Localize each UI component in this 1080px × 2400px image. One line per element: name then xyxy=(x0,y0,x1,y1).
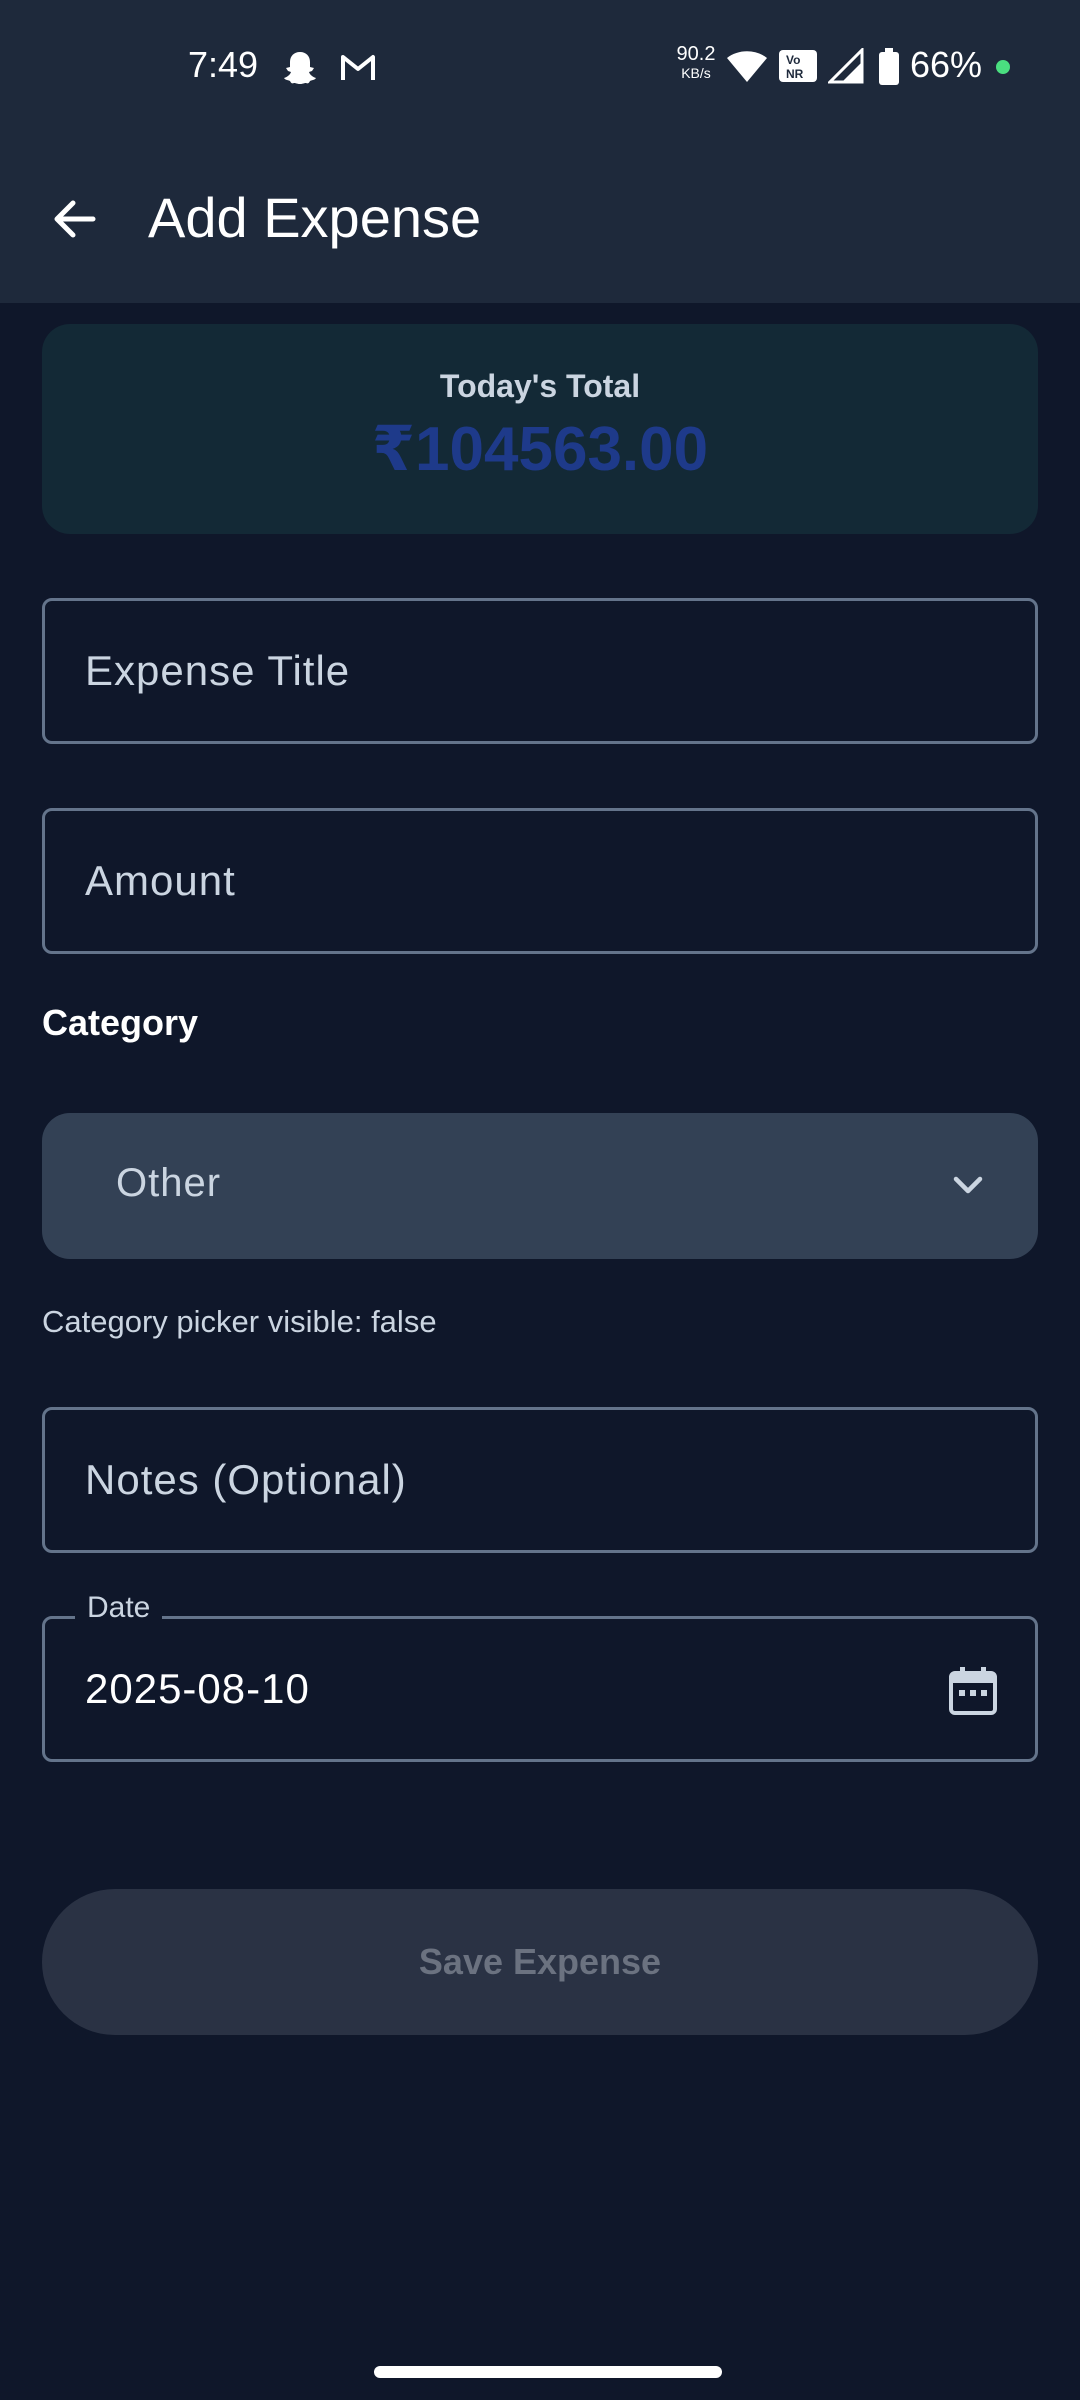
today-total-value: ₹104563.00 xyxy=(371,415,709,484)
today-total-label: Today's Total xyxy=(439,368,641,404)
date-field[interactable]: Date 2025-08-10 xyxy=(42,1591,1038,1762)
network-speed: 90.2 KB/s xyxy=(676,43,716,81)
back-button[interactable] xyxy=(40,184,110,254)
battery-percent: 66% xyxy=(910,44,983,85)
status-time: 7:49 xyxy=(188,44,259,85)
expense-title-placeholder: Expense Title xyxy=(85,647,351,694)
amount-field[interactable]: Amount xyxy=(42,808,1038,954)
save-expense-button[interactable]: Save Expense xyxy=(42,1889,1038,2035)
svg-text:Vo: Vo xyxy=(786,53,800,67)
home-indicator[interactable] xyxy=(374,2366,722,2378)
date-value: 2025-08-10 xyxy=(85,1665,310,1712)
category-label: Category xyxy=(42,1002,199,1043)
app-bar: Add Expense xyxy=(0,135,1080,303)
calendar-icon[interactable] xyxy=(945,1663,1001,1719)
today-total-card: Today's Total ₹104563.00 xyxy=(42,324,1038,534)
arrow-left-icon xyxy=(54,200,96,238)
category-dropdown[interactable]: Other xyxy=(42,1113,1038,1259)
notes-placeholder: Notes (Optional) xyxy=(85,1456,407,1503)
volte-icon: Vo NR xyxy=(778,48,818,89)
category-selected-value: Other xyxy=(116,1161,222,1205)
wifi-icon xyxy=(726,48,768,89)
page-title: Add Expense xyxy=(148,186,482,249)
snapchat-icon xyxy=(280,48,320,93)
status-bar: 7:49 90.2 KB/s Vo NR 66% xyxy=(0,0,1080,135)
svg-text:NR: NR xyxy=(786,67,804,81)
battery-icon xyxy=(878,48,900,91)
gmail-icon xyxy=(338,48,378,93)
privacy-dot xyxy=(996,60,1010,74)
notes-field[interactable]: Notes (Optional) xyxy=(42,1407,1038,1553)
chevron-down-icon xyxy=(953,1176,983,1194)
signal-icon xyxy=(826,46,864,89)
amount-placeholder: Amount xyxy=(85,857,236,904)
date-label: Date xyxy=(75,1591,163,1625)
expense-title-field[interactable]: Expense Title xyxy=(42,598,1038,744)
category-picker-status: Category picker visible: false xyxy=(42,1304,437,1339)
